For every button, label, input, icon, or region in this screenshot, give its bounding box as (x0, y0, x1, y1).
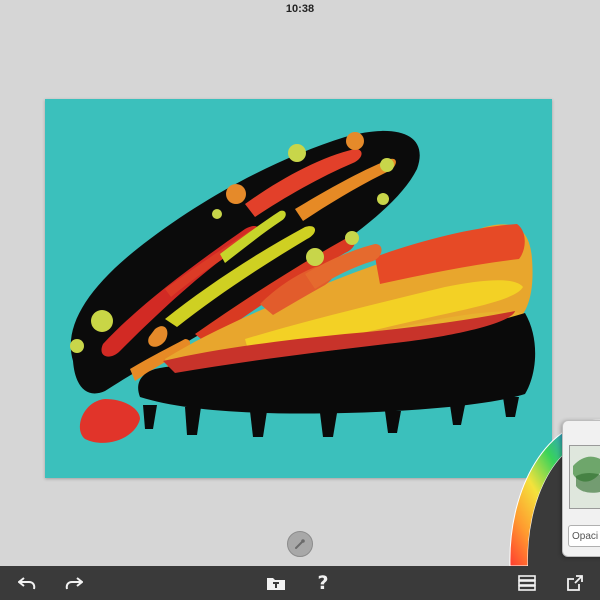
undo-arrow-icon (18, 577, 36, 590)
brush-icon (295, 539, 305, 549)
layers-icon (518, 575, 536, 591)
help-button[interactable]: ? (306, 566, 340, 600)
layer-thumbnail-sketch (570, 446, 600, 508)
status-bar: 10:38 (0, 0, 600, 18)
redo-button[interactable] (57, 566, 91, 600)
drawing-canvas[interactable] (45, 99, 552, 478)
artwork-football-boot (70, 130, 536, 443)
redo-arrow-icon (65, 577, 83, 590)
gallery-button[interactable] (259, 566, 293, 600)
opacity-field[interactable]: Opaci (568, 525, 600, 547)
status-time: 10:38 (285, 3, 315, 15)
share-icon (567, 575, 583, 591)
share-button[interactable] (558, 566, 592, 600)
help-icon: ? (317, 572, 329, 594)
layer-thumbnail[interactable] (569, 445, 600, 509)
bottom-toolbar: ? (0, 566, 600, 600)
brush-handle[interactable] (287, 531, 313, 557)
layer-card[interactable]: Opaci (562, 420, 600, 557)
undo-button[interactable] (10, 566, 44, 600)
layers-button[interactable] (510, 566, 544, 600)
gallery-folder-icon (267, 578, 285, 590)
opacity-label: Opaci (572, 531, 599, 542)
